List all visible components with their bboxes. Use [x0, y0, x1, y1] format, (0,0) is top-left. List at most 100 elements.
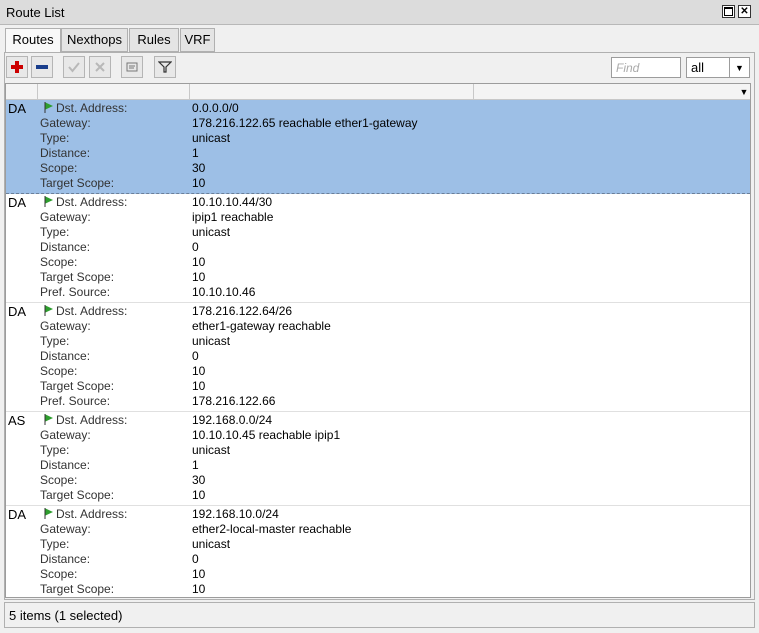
field-label: Gateway:	[40, 319, 91, 333]
route-field: Gateway: ether2-local-master reachable	[6, 522, 750, 537]
field-value: 178.216.122.65 reachable ether1-gateway	[192, 116, 418, 130]
column-header-value[interactable]	[190, 84, 474, 99]
table-row[interactable]: DA Dst. Address: 178.216.122.64/26 Gateway:…	[6, 303, 750, 412]
field-label: Gateway:	[40, 428, 91, 442]
close-icon: ✕	[740, 5, 749, 17]
field-value: unicast	[192, 131, 231, 145]
comment-icon	[126, 62, 138, 72]
table-row[interactable]: DA Dst. Address: 10.10.10.44/30 Gateway: ipi…	[6, 194, 750, 303]
route-field: Target Scope: 10	[6, 270, 750, 285]
plus-icon	[11, 61, 23, 73]
field-label: Type:	[40, 334, 70, 348]
tab-routes[interactable]: Routes	[5, 28, 61, 53]
close-button[interactable]: ✕	[738, 5, 751, 18]
route-field: Target Scope: 10	[6, 176, 750, 191]
field-value: ether2-local-master reachable	[192, 522, 352, 536]
add-button[interactable]	[6, 56, 28, 78]
field-value: unicast	[192, 225, 231, 239]
field-value: 10.10.10.46	[192, 285, 256, 299]
route-field: Type: unicast	[6, 537, 750, 552]
tab-label: Rules	[137, 32, 171, 47]
field-value: 30	[192, 473, 206, 487]
field-value: 1	[192, 146, 199, 160]
table-row[interactable]: AS Dst. Address: 192.168.0.0/24 Gateway: 10.…	[6, 412, 750, 506]
list-header: ▼	[6, 84, 750, 100]
field-label: Distance:	[40, 349, 91, 363]
tab-vrf[interactable]: VRF	[180, 28, 215, 52]
filter-select[interactable]: all ▼	[686, 57, 750, 78]
route-field: Scope: 10	[6, 364, 750, 379]
check-icon	[68, 62, 80, 73]
column-header-name[interactable]	[38, 84, 190, 99]
field-value: 10	[192, 255, 206, 269]
tab-label: Routes	[12, 32, 54, 47]
filter-button[interactable]	[154, 56, 176, 78]
disable-button[interactable]	[89, 56, 111, 78]
field-label: Target Scope:	[40, 379, 115, 393]
route-field: Dst. Address: 178.216.122.64/26	[6, 304, 750, 319]
field-label: Scope:	[40, 255, 78, 269]
route-field: Pref. Source: 10.10.10.46	[6, 285, 750, 300]
route-field: Target Scope: 10	[6, 488, 750, 503]
route-field: Gateway: 10.10.10.45 reachable ipip1	[6, 428, 750, 443]
route-field: Dst. Address: 192.168.0.0/24	[6, 413, 750, 428]
tab-nexthops[interactable]: Nexthops	[61, 28, 128, 52]
route-field: Type: unicast	[6, 131, 750, 146]
field-value: ipip1 reachable	[192, 210, 274, 224]
field-label: Pref. Source:	[40, 285, 111, 299]
status-text: 5 items (1 selected)	[9, 608, 123, 623]
maximize-icon	[724, 7, 733, 16]
comment-button[interactable]	[121, 56, 143, 78]
field-value: 1	[192, 458, 199, 472]
field-label: Dst. Address:	[56, 413, 128, 427]
field-label: Dst. Address:	[56, 304, 128, 318]
chevron-down-icon[interactable]: ▼	[729, 58, 749, 77]
field-value: unicast	[192, 334, 231, 348]
find-input[interactable]: Find	[611, 57, 681, 78]
tab-label: Nexthops	[67, 32, 122, 47]
field-value: 10.10.10.45 reachable ipip1	[192, 428, 341, 442]
field-value: 10	[192, 270, 206, 284]
remove-button[interactable]	[31, 56, 53, 78]
field-label: Scope:	[40, 567, 78, 581]
status-bar: 5 items (1 selected)	[4, 602, 755, 628]
field-label: Scope:	[40, 473, 78, 487]
field-label: Gateway:	[40, 116, 91, 130]
chevron-down-icon[interactable]: ▼	[736, 84, 750, 99]
field-value: 178.216.122.66	[192, 394, 276, 408]
route-field: Pref. Source: 178.216.122.66	[6, 394, 750, 409]
table-row[interactable]: DA Dst. Address: 0.0.0.0/0 Gateway: 178.216.…	[6, 100, 750, 194]
filter-icon	[158, 61, 172, 73]
field-value: 10	[192, 582, 206, 596]
field-value: 192.168.0.0/24	[192, 413, 273, 427]
field-label: Target Scope:	[40, 488, 115, 502]
field-value: 10	[192, 364, 206, 378]
field-value: 0	[192, 240, 199, 254]
route-field: Target Scope: 10	[6, 379, 750, 394]
filter-select-value: all	[691, 60, 705, 75]
tab-label: VRF	[184, 32, 211, 47]
field-label: Target Scope:	[40, 270, 115, 284]
route-field: Scope: 30	[6, 473, 750, 488]
field-label: Pref. Source:	[40, 394, 111, 408]
field-label: Type:	[40, 443, 70, 457]
column-header-flags[interactable]	[6, 84, 38, 99]
maximize-button[interactable]	[722, 5, 735, 18]
field-value: 10	[192, 379, 206, 393]
field-label: Type:	[40, 131, 70, 145]
tab-rules[interactable]: Rules	[129, 28, 179, 52]
table-row[interactable]: DA Dst. Address: 192.168.10.0/24 Gateway: et…	[6, 506, 750, 597]
route-field: Gateway: 178.216.122.65 reachable ether1-…	[6, 116, 750, 131]
route-field: Scope: 30	[6, 161, 750, 176]
field-value: 10	[192, 567, 206, 581]
route-field: Gateway: ether1-gateway reachable	[6, 319, 750, 334]
route-field: Type: unicast	[6, 334, 750, 349]
route-field: Gateway: ipip1 reachable	[6, 210, 750, 225]
field-value: unicast	[192, 537, 231, 551]
route-field: Dst. Address: 192.168.10.0/24	[6, 507, 750, 522]
enable-button[interactable]	[63, 56, 85, 78]
field-value: 0.0.0.0/0	[192, 101, 239, 115]
field-label: Target Scope:	[40, 176, 115, 190]
minus-icon	[36, 65, 48, 69]
field-value: 10	[192, 176, 206, 190]
